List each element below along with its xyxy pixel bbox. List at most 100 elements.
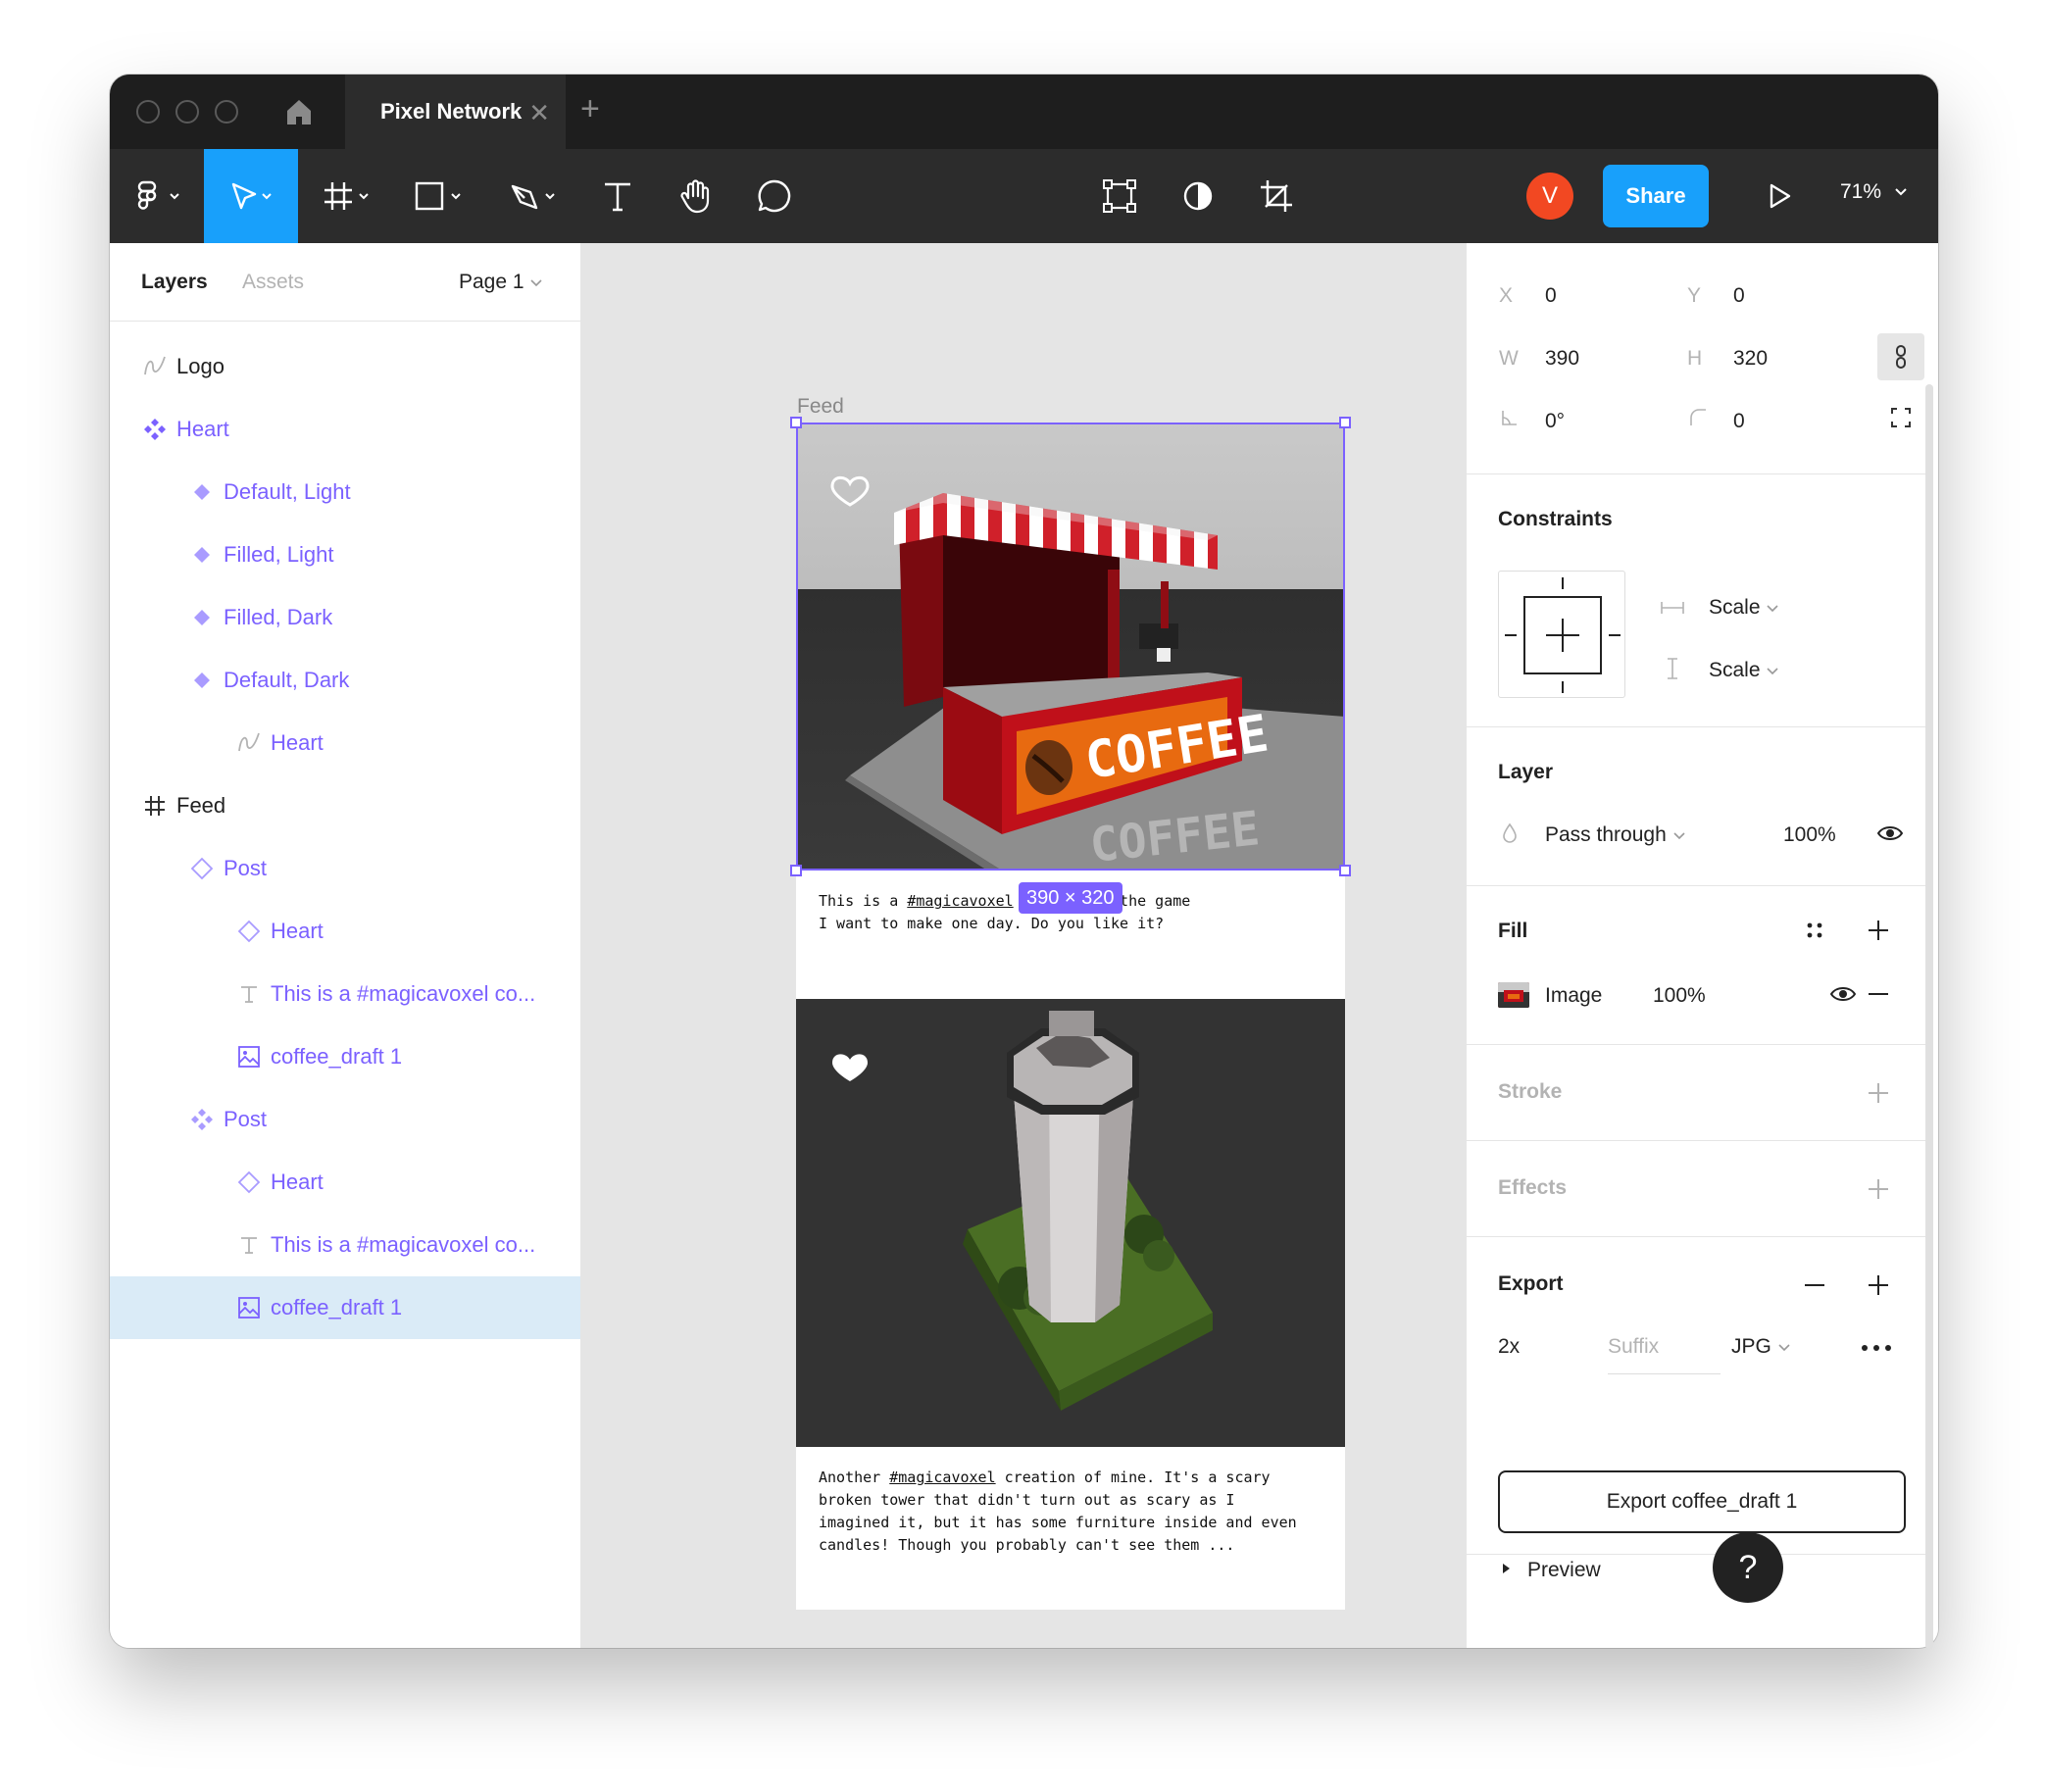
tower-image[interactable] bbox=[796, 999, 1345, 1447]
vertical-constraint-dropdown[interactable]: Scale bbox=[1709, 659, 1779, 682]
maximize-window-button[interactable] bbox=[215, 100, 238, 124]
resize-handle-bottom-left[interactable] bbox=[790, 865, 802, 876]
post-2-line-1a: Another bbox=[819, 1468, 890, 1486]
frame-label[interactable]: Feed bbox=[797, 395, 844, 419]
layer-row[interactable]: Post bbox=[110, 837, 580, 900]
layer-row[interactable]: coffee_draft 1 bbox=[110, 1276, 580, 1339]
post-2-line-4: candles! Though you probably can't see t… bbox=[819, 1536, 1235, 1554]
x-input[interactable]: 0 bbox=[1545, 284, 1557, 308]
layer-opacity-input[interactable]: 100% bbox=[1783, 823, 1836, 847]
fill-section: Fill Image 100% bbox=[1467, 886, 1927, 1045]
move-tool-button[interactable] bbox=[204, 149, 298, 243]
document-tab[interactable]: Pixel Network ✕ bbox=[345, 75, 566, 149]
selection-box[interactable] bbox=[796, 423, 1345, 871]
export-button[interactable]: Export coffee_draft 1 bbox=[1498, 1470, 1906, 1533]
rotation-icon bbox=[1498, 406, 1521, 429]
layer-row[interactable]: Filled, Dark bbox=[110, 586, 580, 649]
constraints-widget[interactable] bbox=[1498, 571, 1625, 698]
text-tool-button[interactable] bbox=[588, 149, 647, 243]
layer-title: Layer bbox=[1498, 761, 1554, 783]
frame-icon bbox=[141, 792, 169, 820]
new-tab-button[interactable]: + bbox=[580, 90, 600, 128]
fill-opacity-input[interactable]: 100% bbox=[1653, 984, 1706, 1008]
layer-row[interactable]: Heart bbox=[110, 900, 580, 963]
close-window-button[interactable] bbox=[136, 100, 160, 124]
layers-panel: Layers Assets Page 1 Logo Heart Default, L… bbox=[110, 243, 581, 1648]
export-scale-input[interactable]: 2x bbox=[1498, 1335, 1520, 1359]
comment-tool-button[interactable] bbox=[745, 149, 804, 243]
resize-handle-top-left[interactable] bbox=[790, 417, 802, 428]
create-component-button[interactable] bbox=[1090, 149, 1149, 243]
layer-name: Logo bbox=[176, 354, 224, 378]
page-selector-label: Page 1 bbox=[459, 271, 524, 293]
help-button[interactable]: ? bbox=[1713, 1532, 1783, 1603]
fill-image-thumbnail[interactable] bbox=[1498, 982, 1529, 1008]
text-t-icon bbox=[605, 182, 630, 212]
eye-icon[interactable] bbox=[1828, 982, 1858, 1006]
style-grid-icon[interactable] bbox=[1800, 916, 1829, 945]
rotation-input[interactable]: 0° bbox=[1545, 410, 1565, 433]
constrain-proportions-icon[interactable] bbox=[1877, 333, 1924, 380]
zoom-dropdown[interactable]: 71% bbox=[1840, 180, 1909, 204]
resize-handle-bottom-right[interactable] bbox=[1339, 865, 1351, 876]
export-format-value: JPG bbox=[1731, 1335, 1771, 1358]
layer-name: Post bbox=[224, 856, 268, 880]
page-selector[interactable]: Page 1 bbox=[459, 271, 543, 294]
layer-row[interactable]: Default, Dark bbox=[110, 649, 580, 712]
post-2-caption[interactable]: Another #magicavoxel creation of mine. I… bbox=[819, 1467, 1328, 1557]
corner-radius-input[interactable]: 0 bbox=[1733, 410, 1745, 433]
close-tab-icon[interactable]: ✕ bbox=[528, 98, 550, 128]
main-menu-button[interactable] bbox=[122, 149, 200, 243]
add-export-icon[interactable] bbox=[1864, 1270, 1893, 1300]
layer-row[interactable]: Feed bbox=[110, 774, 580, 837]
height-input[interactable]: 320 bbox=[1733, 347, 1768, 371]
export-format-dropdown[interactable]: JPG bbox=[1731, 1335, 1791, 1359]
y-input[interactable]: 0 bbox=[1733, 284, 1745, 308]
layer-row[interactable]: Heart bbox=[110, 398, 580, 461]
tab-assets[interactable]: Assets bbox=[242, 271, 304, 294]
layer-row[interactable]: coffee_draft 1 bbox=[110, 1025, 580, 1088]
independent-corners-icon[interactable] bbox=[1889, 406, 1913, 429]
properties-scrollbar[interactable] bbox=[1925, 384, 1933, 1649]
eye-icon[interactable] bbox=[1875, 821, 1905, 845]
add-effect-icon[interactable] bbox=[1864, 1174, 1893, 1204]
post-2-line-3: imagined it, but it has some furniture i… bbox=[819, 1514, 1297, 1531]
width-input[interactable]: 390 bbox=[1545, 347, 1579, 371]
remove-export-icon[interactable] bbox=[1800, 1270, 1829, 1300]
export-suffix-input[interactable]: Suffix bbox=[1608, 1335, 1721, 1374]
preview-toggle[interactable]: Preview bbox=[1498, 1559, 1601, 1582]
mask-button[interactable] bbox=[1169, 149, 1227, 243]
canvas[interactable]: Feed COFFEE COFFEE This is a #magicavoxe… bbox=[581, 243, 1467, 1648]
layer-row[interactable]: Default, Light bbox=[110, 461, 580, 523]
remove-fill-icon[interactable] bbox=[1864, 982, 1893, 1006]
layer-row[interactable]: Logo bbox=[110, 335, 580, 398]
post-2-hashtag[interactable]: #magicavoxel bbox=[889, 1468, 995, 1486]
user-avatar[interactable]: V bbox=[1526, 173, 1573, 220]
blend-mode-dropdown[interactable]: Pass through bbox=[1545, 823, 1686, 847]
shape-tool-button[interactable] bbox=[406, 149, 474, 243]
layer-row[interactable]: This is a #magicavoxel co... bbox=[110, 1214, 580, 1276]
add-fill-icon[interactable] bbox=[1864, 916, 1893, 945]
home-icon[interactable] bbox=[281, 94, 317, 129]
frame-tool-button[interactable] bbox=[314, 149, 382, 243]
post-1-hashtag[interactable]: #magicavoxel bbox=[907, 892, 1013, 910]
layer-row[interactable]: Heart bbox=[110, 1151, 580, 1214]
minimize-window-button[interactable] bbox=[175, 100, 199, 124]
layer-row[interactable]: This is a #magicavoxel co... bbox=[110, 963, 580, 1025]
layer-row[interactable]: Heart bbox=[110, 712, 580, 774]
layer-row[interactable]: Post bbox=[110, 1088, 580, 1151]
horizontal-constraint-dropdown[interactable]: Scale bbox=[1709, 596, 1779, 620]
tab-layers[interactable]: Layers bbox=[141, 271, 208, 294]
transform-section: X 0 Y 0 W 390 H 320 0° 0 bbox=[1467, 243, 1927, 474]
fill-type-label[interactable]: Image bbox=[1545, 984, 1602, 1008]
share-button[interactable]: Share bbox=[1603, 165, 1709, 227]
hand-tool-button[interactable] bbox=[667, 149, 725, 243]
title-bar: Pixel Network ✕ + bbox=[110, 75, 1938, 149]
resize-handle-top-right[interactable] bbox=[1339, 417, 1351, 428]
present-button[interactable] bbox=[1749, 149, 1808, 243]
layer-row[interactable]: Filled, Light bbox=[110, 523, 580, 586]
crop-button[interactable] bbox=[1247, 149, 1306, 243]
pen-tool-button[interactable] bbox=[500, 149, 569, 243]
more-options-icon[interactable] bbox=[1857, 1333, 1896, 1363]
add-stroke-icon[interactable] bbox=[1864, 1078, 1893, 1108]
